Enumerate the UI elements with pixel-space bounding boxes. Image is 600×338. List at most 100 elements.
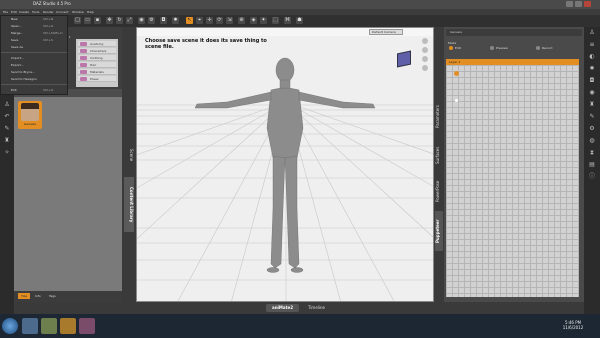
- info-icon[interactable]: ⓘ: [588, 173, 596, 181]
- puppeteer-point[interactable]: [454, 71, 459, 76]
- main-toolbar: □ ▭ ▪ ✥ ↻ ⤢ ◉ ⚙ ◘ ✸ ↖ ⌖ ✛ ⟳ ⇲ ⊕ ◈ ✦ ⬚ ⌘ …: [0, 15, 600, 27]
- surface-selection-icon[interactable]: ◈: [250, 17, 257, 24]
- save-icon[interactable]: ▪: [94, 17, 101, 24]
- menu-item-save[interactable]: Save Ctrl+S: [1, 38, 67, 43]
- new-scene-icon[interactable]: □: [74, 17, 81, 24]
- transform-icon[interactable]: ✥: [106, 17, 113, 24]
- record-radio[interactable]: [536, 46, 540, 50]
- preview-label[interactable]: Preview: [496, 46, 508, 50]
- edit-label[interactable]: Edit: [455, 46, 461, 50]
- menu-edit[interactable]: Edit: [11, 10, 17, 14]
- menu-item-merge[interactable]: Merge... Ctrl+Shift+O: [1, 31, 67, 36]
- tab-powerpose[interactable]: PowerPose: [435, 173, 443, 209]
- camera-icon[interactable]: ◘: [160, 17, 167, 24]
- menu-item-exit[interactable]: Exit Ctrl+Q: [1, 88, 67, 93]
- menu-item-save-as[interactable]: Save As: [1, 45, 67, 50]
- menu-create[interactable]: Create: [19, 10, 29, 14]
- category-item[interactable]: Poses: [78, 76, 116, 82]
- tab-tags[interactable]: Tags: [46, 293, 59, 299]
- category-item[interactable]: Characters: [78, 48, 116, 54]
- rotate-tool-icon[interactable]: ⟳: [216, 17, 223, 24]
- menu-item-export[interactable]: Export...: [1, 63, 67, 68]
- menu-help[interactable]: Help: [87, 10, 94, 14]
- 3d-viewport[interactable]: Default Camera Choose save scene it does…: [136, 27, 434, 302]
- tab-parameters[interactable]: Parameters: [435, 97, 443, 137]
- puppeteer-point[interactable]: [455, 99, 458, 102]
- spot-render-icon[interactable]: ✦: [260, 17, 267, 24]
- pose-icon[interactable]: ♜: [3, 137, 11, 145]
- light-icon[interactable]: ✸: [172, 17, 179, 24]
- menu-window[interactable]: Window: [72, 10, 84, 14]
- menu-item-send-to-hexagon[interactable]: Send to Hexagon: [1, 77, 67, 82]
- explorer-icon[interactable]: [22, 318, 38, 334]
- powerpose-icon[interactable]: ☗: [296, 17, 303, 24]
- system-clock[interactable]: 5:46 PM 11/6/2012: [556, 320, 590, 330]
- tab-scene[interactable]: Scene: [124, 135, 134, 175]
- start-button[interactable]: [2, 318, 18, 334]
- light-bulb-icon[interactable]: ✧: [3, 149, 11, 157]
- tab-timeline[interactable]: Timeline: [302, 304, 331, 312]
- open-icon[interactable]: ▭: [84, 17, 91, 24]
- tab-puppeteer[interactable]: Puppeteer: [435, 211, 443, 251]
- maximize-button[interactable]: [575, 1, 582, 7]
- menu-render[interactable]: Render: [43, 10, 54, 14]
- browser-icon[interactable]: [41, 318, 57, 334]
- menu-item-open[interactable]: Open... Ctrl+O: [1, 24, 67, 29]
- puppeteer-header: Genesis: [446, 29, 582, 36]
- figure-icon[interactable]: ♙: [3, 101, 11, 109]
- translate-tool-icon[interactable]: ✛: [206, 17, 213, 24]
- joint-editor-icon[interactable]: ⊕: [238, 17, 245, 24]
- render-settings-icon[interactable]: ⚙: [148, 17, 155, 24]
- lights-icon[interactable]: ✸: [588, 65, 596, 73]
- settings-icon[interactable]: ⚙: [588, 125, 596, 133]
- universal-tool-icon[interactable]: ↖: [186, 17, 193, 24]
- parameters-icon[interactable]: ≡: [588, 41, 596, 49]
- figure-icon[interactable]: ♙: [588, 29, 596, 37]
- scale-icon[interactable]: ⤢: [126, 17, 133, 24]
- category-item[interactable]: Clothing: [78, 55, 116, 61]
- genesis-figure[interactable]: [194, 57, 376, 273]
- smooth-icon[interactable]: ◍: [588, 137, 596, 145]
- region-nav-icon[interactable]: ⌘: [284, 17, 291, 24]
- tab-tips[interactable]: Tips: [18, 293, 31, 299]
- node-select-icon[interactable]: ⌖: [196, 17, 203, 24]
- menu-item-new[interactable]: New Ctrl+N: [1, 17, 67, 22]
- genesis-thumbnail[interactable]: Genesis: [18, 101, 42, 129]
- tab-surfaces[interactable]: Surfaces: [435, 139, 443, 171]
- camera-icon[interactable]: ◘: [588, 77, 596, 85]
- close-button[interactable]: [584, 1, 591, 7]
- render-icon[interactable]: ◉: [588, 89, 596, 97]
- scale-tool-icon[interactable]: ⇲: [226, 17, 233, 24]
- app-taskbar-icon[interactable]: [79, 318, 95, 334]
- tab-animate2[interactable]: aniMate2: [266, 304, 300, 312]
- category-item[interactable]: Materials: [78, 69, 116, 75]
- rotate-icon[interactable]: ↻: [116, 17, 123, 24]
- render-icon[interactable]: ◉: [138, 17, 145, 24]
- tab-content-library[interactable]: Content Library: [124, 177, 134, 232]
- geometry-editor-icon[interactable]: ⬚: [272, 17, 279, 24]
- mode-row: Mode Edit Preview Record: [446, 41, 582, 51]
- pose-icon[interactable]: ♜: [588, 101, 596, 109]
- menu-file[interactable]: File: [3, 10, 8, 14]
- menu-tools[interactable]: Tools: [32, 10, 39, 14]
- category-item[interactable]: Anatomy: [78, 41, 116, 47]
- brush-icon[interactable]: ✎: [3, 125, 11, 133]
- menu-connect[interactable]: Connect: [56, 10, 68, 14]
- minimize-button[interactable]: [566, 1, 573, 7]
- menu-item-send-to-bryce[interactable]: Send to Bryce...: [1, 70, 67, 75]
- category-item[interactable]: Hair: [78, 62, 116, 68]
- daz-studio-taskbar-icon[interactable]: [60, 318, 76, 334]
- record-label[interactable]: Record: [542, 46, 552, 50]
- folder-icon: [80, 70, 87, 74]
- undo-icon[interactable]: ↶: [3, 113, 11, 121]
- surfaces-icon[interactable]: ◐: [588, 53, 596, 61]
- preview-radio[interactable]: [490, 46, 494, 50]
- edit-radio[interactable]: [449, 46, 453, 50]
- morph-icon[interactable]: ✎: [588, 113, 596, 121]
- menu-item-import[interactable]: Import...: [1, 56, 67, 61]
- puppeteer-grid[interactable]: [446, 65, 579, 297]
- tab-info[interactable]: Info: [32, 293, 44, 299]
- menu-separator: [1, 84, 67, 85]
- timeline-icon[interactable]: ⧗: [588, 149, 596, 157]
- layers-icon[interactable]: ▤: [588, 161, 596, 169]
